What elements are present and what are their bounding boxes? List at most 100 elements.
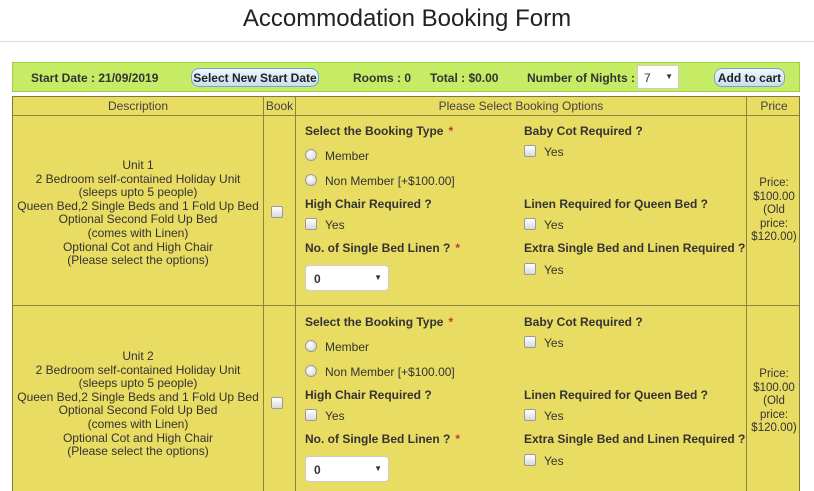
unit-1-line: (sleeps upto 5 people) — [78, 185, 198, 200]
baby-cot-checkbox[interactable] — [524, 145, 536, 157]
column-divider — [295, 97, 296, 491]
non-member-label: Non Member [+$100.00] — [325, 174, 455, 188]
unit-2-book-checkbox[interactable] — [271, 397, 283, 409]
linen-queen-yes: Yes — [544, 218, 564, 232]
unit-1-line: (comes with Linen) — [87, 225, 189, 240]
price-line: Price: — [759, 177, 789, 189]
booking-table: Description Book Please Select Booking O… — [12, 96, 800, 491]
rooms-count: Rooms : 0 — [353, 71, 412, 85]
linen-queen-checkbox[interactable] — [524, 409, 536, 421]
high-chair-checkbox[interactable] — [305, 218, 317, 230]
price-line: (Old — [763, 204, 785, 217]
non-member-radio[interactable] — [305, 174, 317, 186]
unit-2-line: 2 Bedroom self-contained Holiday Unit — [35, 362, 241, 377]
required-mark: * — [455, 432, 461, 446]
chevron-down-icon: ▼ — [374, 464, 382, 473]
unit-1-line: (Please select the options) — [67, 253, 209, 268]
header-options: Please Select Booking Options — [438, 99, 604, 113]
nights-label: Number of Nights : — [527, 71, 635, 85]
nights-value: 7 — [644, 71, 651, 85]
member-radio[interactable] — [305, 340, 317, 352]
column-divider — [263, 97, 264, 491]
single-bed-linen-select[interactable]: 0 ▼ — [305, 265, 389, 291]
required-mark: * — [448, 315, 454, 329]
unit-2-line: (sleeps upto 5 people) — [78, 376, 198, 391]
unit-2-line: (Please select the options) — [67, 444, 209, 459]
header-divider — [0, 41, 814, 42]
baby-cot-checkbox[interactable] — [524, 336, 536, 348]
add-to-cart-button[interactable]: Add to cart — [714, 68, 785, 87]
unit-2-line: Optional Second Fold Up Bed — [58, 403, 218, 418]
row-divider — [13, 115, 799, 116]
unit-1-name: Unit 1 — [122, 158, 154, 172]
booking-type-label: Select the Booking Type * — [305, 124, 453, 138]
start-date-text: Start Date : 21/09/2019 — [31, 71, 159, 85]
baby-cot-label: Baby Cot Required ? — [524, 315, 643, 329]
price-line: $100.00 — [753, 190, 795, 203]
price-line: $100.00 — [753, 381, 795, 394]
baby-cot-yes: Yes — [544, 145, 564, 159]
single-bed-linen-text: No. of Single Bed Linen ? — [305, 432, 451, 446]
non-member-label: Non Member [+$100.00] — [325, 365, 455, 379]
linen-queen-label: Linen Required for Queen Bed ? — [524, 197, 709, 211]
unit-2-price: Price: $100.00 (Old price: $120.00) — [747, 368, 799, 436]
required-mark: * — [448, 124, 454, 138]
price-line: Price: — [759, 368, 789, 380]
unit-2-name: Unit 2 — [122, 349, 154, 363]
high-chair-yes: Yes — [325, 218, 345, 232]
non-member-radio[interactable] — [305, 365, 317, 377]
extra-single-yes: Yes — [544, 263, 564, 277]
high-chair-checkbox[interactable] — [305, 409, 317, 421]
single-bed-linen-text: No. of Single Bed Linen ? — [305, 241, 451, 255]
unit-1-price: Price: $100.00 (Old price: $120.00) — [747, 177, 799, 245]
select-new-start-date-button[interactable]: Select New Start Date — [191, 68, 319, 87]
high-chair-label: High Chair Required ? — [305, 197, 432, 211]
price-line: $120.00) — [751, 231, 797, 244]
chevron-down-icon: ▼ — [374, 273, 382, 282]
member-radio[interactable] — [305, 149, 317, 161]
unit-2-line: (comes with Linen) — [87, 416, 189, 431]
high-chair-label: High Chair Required ? — [305, 388, 432, 402]
booking-summary-bar: Start Date : 21/09/2019 Select New Start… — [12, 62, 800, 92]
unit-1-line: Optional Cot and High Chair — [62, 239, 214, 254]
booking-type-label: Select the Booking Type * — [305, 315, 453, 329]
extra-single-checkbox[interactable] — [524, 263, 536, 275]
total-amount: Total : $0.00 — [430, 71, 499, 85]
required-mark: * — [455, 241, 461, 255]
price-line: (Old — [763, 395, 785, 408]
linen-queen-label: Linen Required for Queen Bed ? — [524, 388, 709, 402]
linen-count-value: 0 — [314, 463, 321, 477]
linen-queen-yes: Yes — [544, 409, 564, 423]
linen-queen-checkbox[interactable] — [524, 218, 536, 230]
unit-1-book-checkbox[interactable] — [271, 206, 283, 218]
extra-single-label: Extra Single Bed and Linen Required ? — [524, 241, 746, 255]
page-title: Accommodation Booking Form — [242, 5, 572, 32]
header-description: Description — [107, 99, 169, 113]
unit-1-line: Optional Second Fold Up Bed — [58, 212, 218, 227]
baby-cot-yes: Yes — [544, 336, 564, 350]
single-bed-linen-label: No. of Single Bed Linen ? * — [305, 241, 460, 255]
extra-single-checkbox[interactable] — [524, 454, 536, 466]
nights-select[interactable]: 7 ▼ — [637, 65, 679, 89]
header-book: Book — [265, 99, 294, 113]
single-bed-linen-label: No. of Single Bed Linen ? * — [305, 432, 460, 446]
price-line: $120.00) — [751, 422, 797, 435]
unit-2-line: Optional Cot and High Chair — [62, 430, 214, 445]
price-line: price: — [759, 408, 789, 421]
single-bed-linen-select[interactable]: 0 ▼ — [305, 456, 389, 482]
price-line: price: — [759, 217, 789, 230]
unit-2-description: Unit 2 2 Bedroom self-contained Holiday … — [13, 349, 263, 459]
booking-type-text: Select the Booking Type — [305, 124, 444, 138]
linen-count-value: 0 — [314, 272, 321, 286]
high-chair-yes: Yes — [325, 409, 345, 423]
chevron-down-icon: ▼ — [665, 72, 673, 81]
unit-1-line: Queen Bed,2 Single Beds and 1 Fold Up Be… — [17, 198, 259, 213]
row-divider — [13, 305, 799, 306]
unit-1-description: Unit 1 2 Bedroom self-contained Holiday … — [13, 158, 263, 268]
booking-type-text: Select the Booking Type — [305, 315, 444, 329]
unit-1-line: 2 Bedroom self-contained Holiday Unit — [35, 171, 241, 186]
header-price: Price — [760, 99, 788, 113]
unit-2-line: Queen Bed,2 Single Beds and 1 Fold Up Be… — [17, 389, 259, 404]
baby-cot-label: Baby Cot Required ? — [524, 124, 643, 138]
member-label: Member — [325, 340, 370, 354]
